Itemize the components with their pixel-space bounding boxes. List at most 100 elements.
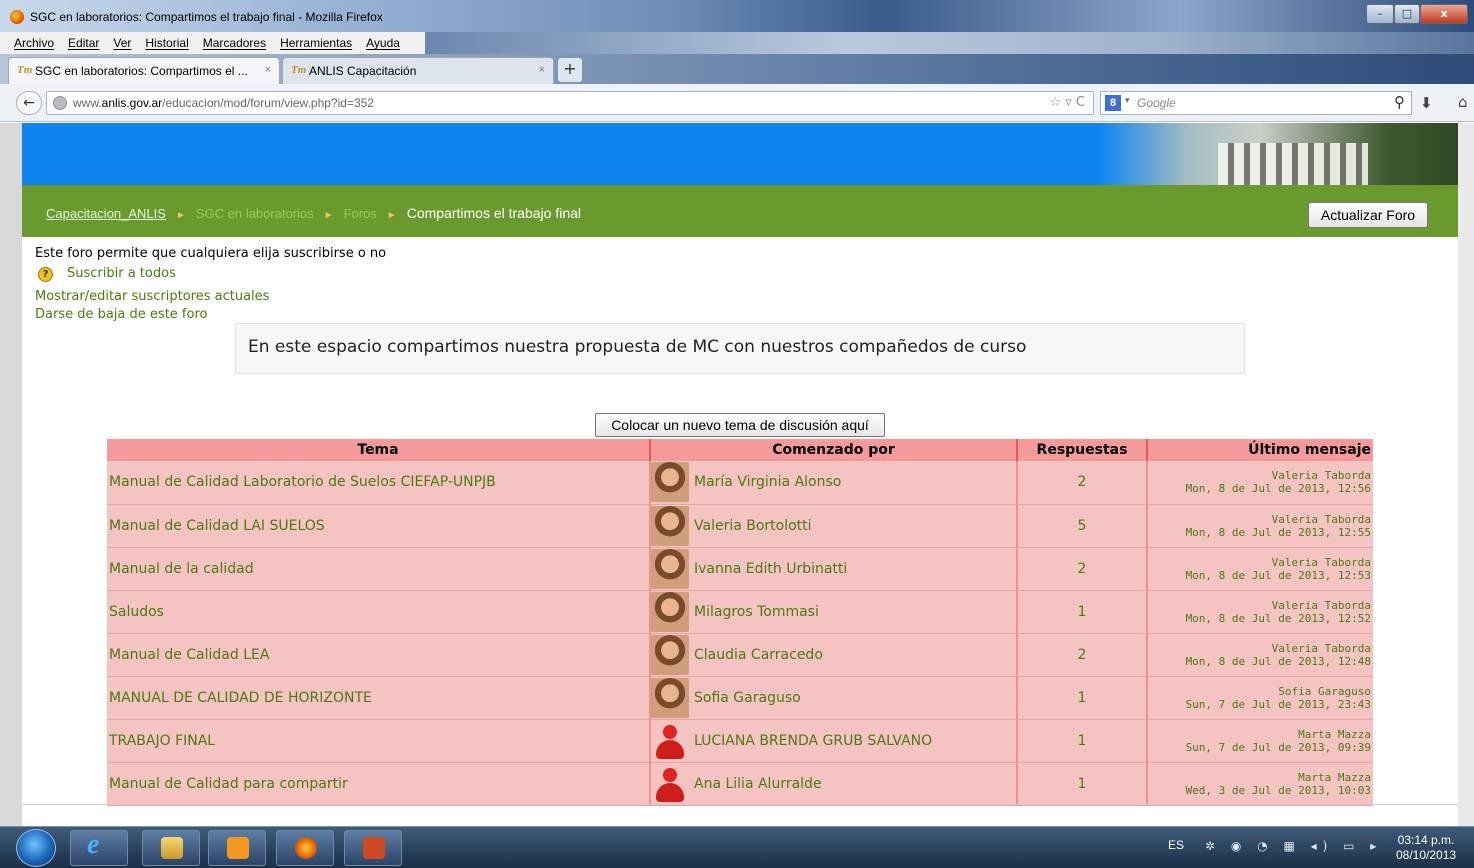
last-post-author[interactable]: Marta Mazza: [1148, 771, 1371, 784]
last-post-date[interactable]: Sun, 7 de Jul de 2013, 09:39: [1148, 741, 1371, 754]
last-post-author[interactable]: Sofia Garaguso: [1148, 685, 1371, 698]
menu-herramientas[interactable]: Herramientas: [280, 32, 352, 50]
back-button[interactable]: ←: [16, 91, 42, 115]
subscribe-all-link[interactable]: Suscribir a todos: [67, 266, 176, 281]
page-scrollbar[interactable]: [1458, 123, 1474, 826]
user-icon[interactable]: [651, 720, 689, 761]
bookmark-reload-icons[interactable]: ☆ ▿ C: [1049, 95, 1085, 110]
close-icon[interactable]: ×: [265, 64, 271, 76]
menu-ayuda[interactable]: Ayuda: [366, 32, 400, 50]
url-prefix: www.: [73, 96, 102, 110]
window-title: SGC en laboratorios: Compartimos el trab…: [30, 10, 383, 24]
breadcrumb-foros[interactable]: Foros: [344, 206, 377, 221]
url-text[interactable]: www.anlis.gov.ar/educacion/mod/forum/vie…: [73, 96, 374, 110]
topic-link[interactable]: Manual de la calidad: [107, 547, 651, 591]
unsubscribe-link[interactable]: Darse de baja de este foro: [35, 307, 207, 322]
close-button[interactable]: x: [1420, 4, 1468, 24]
last-post-author[interactable]: Valeria Taborda: [1148, 513, 1371, 526]
minimize-button[interactable]: –: [1366, 4, 1394, 24]
taskbar-internet-explorer[interactable]: e: [70, 829, 128, 866]
replies-link[interactable]: 1: [1017, 676, 1148, 720]
last-post-date[interactable]: Mon, 8 de Jul de 2013, 12:55: [1148, 526, 1371, 539]
author-link[interactable]: Valeria Bortolotti: [691, 504, 1018, 548]
replies-link[interactable]: 2: [1017, 547, 1148, 591]
topic-link[interactable]: Saludos: [107, 590, 651, 634]
tab-sgc-laboratorios[interactable]: Tm SGC en laboratorios: Compartimos el .…: [8, 57, 280, 84]
header-tema: Tema: [107, 439, 651, 461]
author-link[interactable]: Ana Lilia Alurralde: [691, 762, 1018, 806]
avatar[interactable]: [651, 548, 689, 589]
replies-link[interactable]: 2: [1017, 461, 1148, 505]
topic-link[interactable]: Manual de Calidad Laboratorio de Suelos …: [107, 461, 651, 505]
menu-archivo[interactable]: Archivo: [14, 32, 54, 50]
search-box[interactable]: 8 ▾ Google ⚲: [1100, 91, 1412, 115]
author-link[interactable]: Claudia Carracedo: [691, 633, 1018, 677]
author-link[interactable]: LUCIANA BRENDA GRUB SALVANO: [691, 719, 1018, 763]
chevron-down-icon[interactable]: ▾: [1125, 96, 1130, 106]
topic-link[interactable]: TRABAJO FINAL: [107, 719, 651, 763]
start-button[interactable]: [16, 829, 56, 867]
clock[interactable]: 03:14 p.m. 08/10/2013: [1396, 833, 1456, 863]
help-icon[interactable]: ?: [38, 267, 53, 282]
taskbar-firefox[interactable]: [276, 830, 334, 866]
home-icon[interactable]: ⌂: [1458, 93, 1468, 111]
table-row: MANUAL DE CALIDAD DE HORIZONTE Sofia Gara…: [107, 676, 1373, 720]
last-post-date[interactable]: Mon, 8 de Jul de 2013, 12:53: [1148, 569, 1371, 582]
language-indicator[interactable]: ES: [1168, 838, 1184, 852]
replies-link[interactable]: 1: [1017, 590, 1148, 634]
menu-ver[interactable]: Ver: [113, 32, 131, 50]
last-post-author[interactable]: Valeria Taborda: [1148, 599, 1371, 612]
last-post-author[interactable]: Valeria Taborda: [1148, 642, 1371, 655]
topic-link[interactable]: Manual de Calidad LAI SUELOS: [107, 504, 651, 548]
topic-link[interactable]: Manual de Calidad LEA: [107, 633, 651, 677]
author-link[interactable]: María Virginia Alonso: [691, 461, 1018, 505]
close-icon[interactable]: ×: [539, 64, 545, 76]
url-bar[interactable]: www.anlis.gov.ar/educacion/mod/forum/vie…: [46, 91, 1094, 115]
avatar[interactable]: [651, 462, 689, 503]
new-tab-button[interactable]: +: [558, 58, 582, 82]
last-post-date[interactable]: Sun, 7 de Jul de 2013, 23:43: [1148, 698, 1371, 711]
google-icon[interactable]: 8: [1105, 95, 1121, 111]
show-subscribers-link[interactable]: Mostrar/editar suscriptores actuales: [35, 289, 269, 304]
breadcrumb-course[interactable]: SGC en laboratorios: [196, 206, 314, 221]
taskbar-explorer[interactable]: [142, 830, 200, 866]
table-row: Manual de Calidad LEA Claudia Carracedo 2 V…: [107, 633, 1373, 677]
menu-marcadores[interactable]: Marcadores: [203, 32, 266, 50]
last-post-date[interactable]: Mon, 8 de Jul de 2013, 12:48: [1148, 655, 1371, 668]
search-icon[interactable]: ⚲: [1394, 93, 1405, 111]
author-link[interactable]: Sofia Garaguso: [691, 676, 1018, 720]
avatar[interactable]: [651, 677, 689, 718]
maximize-button[interactable]: □: [1394, 4, 1420, 24]
author-link[interactable]: Milagros Tommasi: [691, 590, 1018, 634]
author-link[interactable]: Ivanna Edith Urbinatti: [691, 547, 1018, 591]
last-post-author[interactable]: Marta Mazza: [1148, 728, 1371, 741]
avatar[interactable]: [651, 505, 689, 546]
menu-editar[interactable]: Editar: [68, 32, 99, 50]
tab-anlis-capacitacion[interactable]: Tm ANLIS Capacitación ×: [282, 57, 554, 84]
avatar[interactable]: [651, 591, 689, 632]
menu-historial[interactable]: Historial: [145, 32, 188, 50]
update-forum-button[interactable]: Actualizar Foro: [1308, 202, 1428, 228]
last-post-date[interactable]: Mon, 8 de Jul de 2013, 12:52: [1148, 612, 1371, 625]
taskbar-media-player[interactable]: [208, 830, 266, 866]
search-input[interactable]: Google: [1137, 96, 1176, 110]
tray-icons[interactable]: ✲ ◉ ◔ ▦ ◂) ▭ ▸: [1205, 839, 1382, 853]
last-post-date[interactable]: Wed, 3 de Jul de 2013, 10:03: [1148, 784, 1371, 797]
last-post-author[interactable]: Valeria Taborda: [1148, 556, 1371, 569]
last-post-date[interactable]: Mon, 8 de Jul de 2013, 12:56: [1148, 482, 1371, 495]
topic-link[interactable]: Manual de Calidad para compartir: [107, 762, 651, 806]
download-icon[interactable]: ⬇: [1420, 94, 1433, 112]
new-topic-button[interactable]: Colocar un nuevo tema de discusión aquí: [595, 413, 885, 437]
replies-link[interactable]: 2: [1017, 633, 1148, 677]
user-icon[interactable]: [651, 763, 689, 804]
avatar[interactable]: [651, 634, 689, 675]
last-post: Sofia Garaguso Sun, 7 de Jul de 2013, 23:…: [1147, 676, 1373, 720]
replies-link[interactable]: 1: [1017, 719, 1148, 763]
breadcrumb-capacitacion[interactable]: Capacitacion_ANLIS: [46, 206, 166, 221]
topic-link[interactable]: MANUAL DE CALIDAD DE HORIZONTE: [107, 676, 651, 720]
last-post-author[interactable]: Valeria Taborda: [1148, 469, 1371, 482]
breadcrumb-bar: Capacitacion_ANLIS ► SGC en laboratorios ► F…: [22, 185, 1458, 237]
taskbar-powerpoint[interactable]: [344, 830, 402, 866]
replies-link[interactable]: 1: [1017, 762, 1148, 806]
replies-link[interactable]: 5: [1017, 504, 1148, 548]
